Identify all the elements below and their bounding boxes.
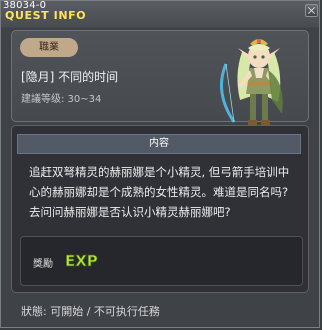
reward-box (20, 236, 303, 286)
window-title: QUEST INFO (5, 9, 87, 22)
recommended-level: 建議等级: 30~34 (21, 94, 102, 105)
close-icon[interactable] (305, 4, 318, 17)
job-tag: 職業 (20, 38, 78, 57)
quest-name: [隐月] 不同的时间 (21, 70, 119, 84)
exp-text: EXP (65, 252, 98, 270)
quest-status: 狀態: 可開始 / 不可执行任務 (21, 305, 160, 318)
reward-label: 獎勵 (33, 259, 53, 270)
quest-description: 追赶双弩精灵的赫丽娜是个小精灵, 但弓箭手培训中心的赫丽娜却是个成熟的女性精灵。… (29, 165, 290, 219)
content-header: 内容 (17, 134, 301, 154)
exp-icon: EXP (65, 252, 98, 270)
npc-portrait-icon (220, 39, 283, 125)
